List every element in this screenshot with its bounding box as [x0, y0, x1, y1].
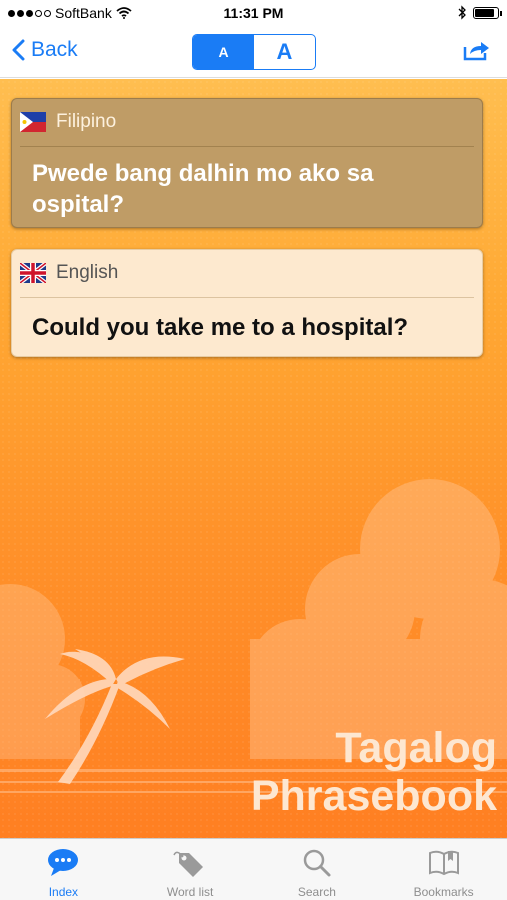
filipino-phrase-text: Pwede bang dalhin mo ako sa ospital?: [32, 160, 374, 218]
app-logo: Tagalog Phrasebook: [251, 724, 497, 820]
font-size-small-option[interactable]: A: [193, 35, 254, 69]
english-card-header: English: [20, 262, 118, 284]
status-bar: SoftBank 11:31 PM: [0, 0, 507, 28]
battery-icon: [473, 6, 502, 19]
logo-line-1: Tagalog: [335, 724, 497, 772]
share-icon: [463, 42, 489, 61]
tab-word-list-label: Word list: [166, 885, 214, 899]
tab-word-list[interactable]: Word list: [127, 839, 254, 900]
font-size-segmented-control[interactable]: A A: [192, 34, 316, 70]
phrase-view: Filipino Pwede bang dalhin mo ako sa osp…: [0, 79, 507, 838]
tab-index-label: Index: [48, 885, 79, 899]
english-phrase-card: English Could you take me to a hospital?: [11, 249, 483, 357]
tab-search[interactable]: Search: [254, 839, 381, 900]
chevron-left-icon: [12, 39, 25, 61]
filipino-card-header: Filipino: [20, 111, 116, 133]
font-size-large-option[interactable]: A: [254, 35, 315, 69]
tab-bar: Index Word list Search Bookmarks: [0, 838, 507, 900]
english-phrase-text: Could you take me to a hospital?: [32, 314, 409, 341]
philippines-flag-icon: [20, 112, 46, 132]
tag-icon: [173, 851, 204, 877]
tab-search-label: Search: [297, 885, 336, 899]
status-right: [458, 5, 502, 20]
clock: 11:31 PM: [223, 5, 284, 21]
filipino-phrase-card: Filipino Pwede bang dalhin mo ako sa osp…: [11, 98, 483, 228]
tab-bookmarks-label: Bookmarks: [413, 885, 474, 899]
divider: [20, 146, 474, 147]
magnifier-icon: [303, 849, 331, 877]
logo-line-2: Phrasebook: [250, 772, 497, 820]
back-button[interactable]: Back: [12, 38, 78, 62]
tab-bookmarks[interactable]: Bookmarks: [380, 839, 507, 900]
filipino-language-label: Filipino: [56, 111, 117, 132]
divider: [20, 297, 474, 298]
bluetooth-icon: [458, 5, 466, 20]
uk-flag-icon: [20, 263, 46, 283]
open-book-icon: [428, 850, 459, 876]
tab-index[interactable]: Index: [0, 839, 127, 900]
speech-bubble-icon: [48, 849, 79, 876]
navigation-bar: Back A A: [0, 28, 507, 78]
english-language-label: English: [56, 262, 119, 283]
share-button[interactable]: [463, 38, 491, 67]
back-label: Back: [31, 38, 78, 61]
